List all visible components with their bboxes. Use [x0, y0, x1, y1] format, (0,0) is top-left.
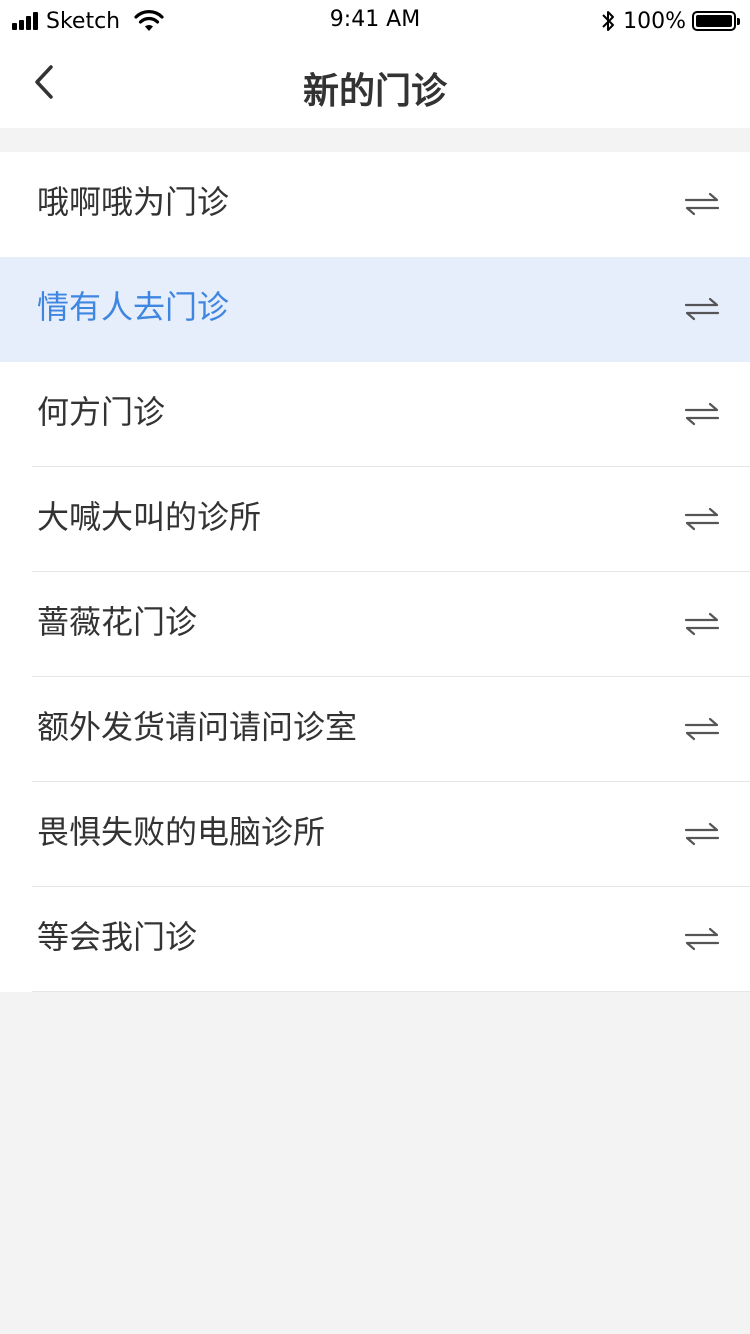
swap-arrows-icon	[684, 717, 720, 741]
battery-percent: 100%	[623, 8, 686, 34]
list-item[interactable]: 情有人去门诊	[0, 257, 750, 362]
swap-arrows-icon	[684, 612, 720, 636]
clinic-list: 哦啊哦为门诊 情有人去门诊 何方门诊大喊大叫的诊所 蔷薇花门诊额外发货请问请问诊室 畏惧…	[0, 152, 750, 992]
list-item[interactable]: 等会我门诊	[0, 887, 750, 992]
status-right: 100%	[599, 7, 740, 35]
list-item[interactable]: 大喊大叫的诊所	[0, 467, 750, 572]
swap-arrows-icon	[684, 297, 720, 321]
list-item[interactable]: 畏惧失败的电脑诊所	[0, 782, 750, 887]
list-item-label: 蔷薇花门诊	[37, 603, 198, 641]
list-item-label: 情有人去门诊	[37, 288, 230, 326]
list-item[interactable]: 哦啊哦为门诊	[0, 152, 750, 257]
battery-icon	[692, 11, 740, 31]
status-bar: Sketch 9:41 AM 100%	[0, 0, 750, 40]
list-item-label: 大喊大叫的诊所	[37, 498, 262, 536]
list-item-label: 畏惧失败的电脑诊所	[37, 813, 326, 851]
row-divider	[32, 991, 750, 992]
list-item-label: 何方门诊	[37, 393, 166, 431]
list-item[interactable]: 额外发货请问请问诊室	[0, 677, 750, 782]
swap-arrows-icon	[684, 192, 720, 216]
swap-arrows-icon	[684, 822, 720, 846]
list-item[interactable]: 蔷薇花门诊	[0, 572, 750, 677]
list-item[interactable]: 何方门诊	[0, 362, 750, 467]
swap-arrows-icon	[684, 507, 720, 531]
swap-arrows-icon	[684, 927, 720, 951]
list-item-label: 哦啊哦为门诊	[37, 183, 230, 221]
nav-bar: 新的门诊	[0, 40, 750, 128]
page-title: 新的门诊	[302, 71, 447, 112]
swap-arrows-icon	[684, 402, 720, 426]
list-item-label: 额外发货请问请问诊室	[37, 708, 358, 746]
list-item-label: 等会我门诊	[37, 918, 198, 956]
bluetooth-icon	[602, 11, 615, 31]
